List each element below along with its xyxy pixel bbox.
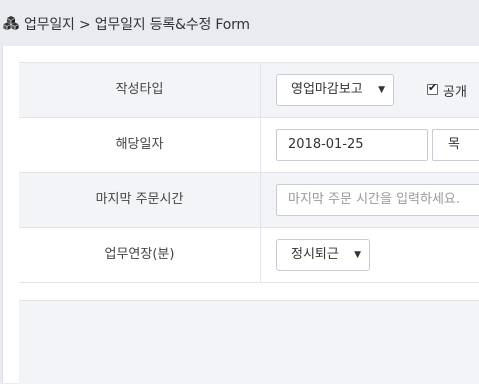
- weekday-value: 목: [448, 137, 460, 152]
- weekday-field[interactable]: 목: [432, 129, 479, 161]
- form-bottom-area: [19, 300, 479, 384]
- last-order-time-label: 마지막 주문시간: [95, 192, 184, 207]
- write-type-select-value: 영업마감보고: [291, 82, 363, 97]
- overtime-select[interactable]: 정시퇴근 ▼: [276, 239, 370, 271]
- date-cell: 2018-01-25 목: [260, 118, 479, 172]
- row-write-type: 작성타입 영업마감보고 ▼ ✔ 공개: [19, 63, 479, 118]
- breadcrumb: 업무일지 > 업무일지 등록&수정 Form: [24, 17, 250, 33]
- last-order-time-cell: 마지막 주문 시간을 입력하세요.: [260, 173, 479, 227]
- row-overtime: 업무연장(분) 정시퇴근 ▼: [19, 228, 479, 283]
- row-date: 해당일자 2018-01-25 목: [19, 118, 479, 173]
- overtime-select-value: 정시퇴근: [291, 247, 339, 262]
- write-type-label: 작성타입: [115, 82, 164, 97]
- public-checkbox-label: 공개: [443, 85, 467, 100]
- form-panel: 작성타입 영업마감보고 ▼ ✔ 공개 해당일자 2018-01-25 목 마지막…: [2, 46, 479, 384]
- overtime-label: 업무연장(분): [104, 247, 175, 262]
- check-mark-icon: ✔: [428, 81, 438, 94]
- date-input-value: 2018-01-25: [288, 137, 364, 152]
- public-checkbox[interactable]: ✔: [427, 81, 438, 95]
- overtime-cell: 정시퇴근 ▼: [260, 228, 479, 282]
- date-label: 해당일자: [115, 137, 164, 152]
- title-bar: 업무일지 > 업무일지 등록&수정 Form: [0, 0, 479, 46]
- cubes-icon: [3, 16, 19, 30]
- write-type-cell: 영업마감보고 ▼ ✔ 공개: [260, 63, 479, 117]
- write-type-select[interactable]: 영업마감보고 ▼: [276, 74, 394, 106]
- row-last-order-time: 마지막 주문시간 마지막 주문 시간을 입력하세요.: [19, 173, 479, 228]
- last-order-time-placeholder: 마지막 주문 시간을 입력하세요.: [288, 192, 461, 207]
- dropdown-arrow-icon: ▼: [378, 85, 385, 95]
- dropdown-arrow-icon: ▼: [354, 250, 361, 260]
- last-order-time-input[interactable]: 마지막 주문 시간을 입력하세요.: [276, 184, 479, 216]
- date-input[interactable]: 2018-01-25: [276, 129, 428, 161]
